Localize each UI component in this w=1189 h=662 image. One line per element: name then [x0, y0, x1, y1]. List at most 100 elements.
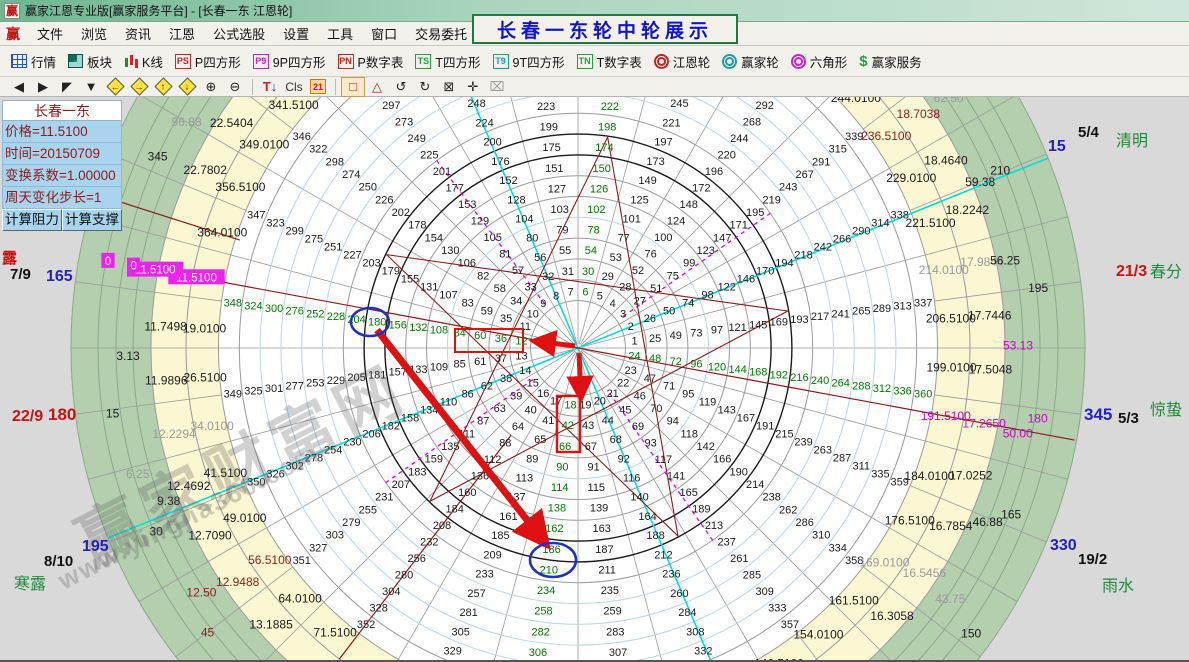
box-x-icon[interactable]: ⊠: [438, 78, 460, 96]
wheel-number: 191: [756, 421, 774, 433]
toolbar-label: K线: [142, 52, 163, 71]
menu-item-资讯[interactable]: 资讯: [116, 22, 160, 45]
wheel-number: 233: [475, 569, 493, 581]
calc-support-button[interactable]: 计算支撑: [62, 209, 122, 231]
band-value: 12.7090: [188, 528, 232, 542]
wheel-number: 132: [409, 322, 427, 334]
toolbar-button-江恩轮[interactable]: 江恩轮: [649, 49, 718, 74]
toolbar-button-板块[interactable]: 板块: [63, 49, 119, 74]
menu-item-江恩[interactable]: 江恩: [160, 22, 204, 45]
wheel-number: 337: [914, 298, 932, 310]
wheel-number: 86: [462, 389, 474, 401]
band-value: 12.50: [186, 586, 216, 600]
gann-wheel-svg[interactable]: 1234567891011121314151617181920212223242…: [0, 97, 1189, 662]
band-value: 150: [961, 627, 981, 641]
toolbar-button-9T四方形[interactable]: T99T四方形: [488, 49, 572, 74]
wheel-number: 197: [654, 137, 672, 149]
menu-item-设置[interactable]: 设置: [274, 22, 318, 45]
wheel-number: 63: [494, 403, 506, 415]
step-value: 周天变化步长=1: [2, 187, 122, 209]
pan-up-icon[interactable]: ↑: [152, 78, 174, 96]
wheel-number: 38: [500, 373, 512, 385]
wheel-number: 73: [690, 327, 702, 339]
wheel-number: 116: [623, 473, 641, 485]
menu-item-公式选股[interactable]: 公式选股: [204, 22, 274, 45]
wheel-number: 302: [286, 460, 304, 472]
calc-resistance-button[interactable]: 计算阻力: [2, 209, 62, 231]
nav-back-icon[interactable]: ◀: [8, 78, 30, 96]
toolbar-button-六角形[interactable]: 六角形: [786, 49, 855, 74]
toolbar-button-T数字表[interactable]: TNT数字表: [572, 49, 649, 74]
rotate-cw-icon[interactable]: ↻: [414, 78, 436, 96]
toolbar-label: 赢家服务: [872, 52, 922, 71]
wheel-number: 215: [775, 428, 793, 440]
toolbar-button-P四方形[interactable]: PSP四方形: [170, 49, 248, 74]
toolbar-button-T四方形[interactable]: TST四方形: [410, 49, 487, 74]
toolbar-button-行情[interactable]: 行情: [6, 49, 63, 74]
pan-left-icon[interactable]: ←: [104, 78, 126, 96]
cls-button[interactable]: Cls: [283, 78, 305, 96]
wheel-number: 79: [556, 225, 568, 237]
toolbar-button-K线[interactable]: K线: [119, 49, 170, 74]
app-logo-icon: 赢: [4, 3, 20, 19]
wheel-number: 153: [458, 199, 476, 211]
pan-down-icon[interactable]: ↓: [176, 78, 198, 96]
p-table-icon: PN: [338, 54, 354, 69]
clear-draw-icon[interactable]: ⌧: [486, 78, 508, 96]
pan-right-icon[interactable]: →: [128, 78, 150, 96]
outer-label-寒露: 寒露: [14, 570, 46, 594]
blocks-icon: [68, 54, 83, 68]
wheel-number: 329: [444, 645, 462, 657]
wheel-number: 231: [375, 492, 393, 504]
outer-label-惊蛰: 惊蛰: [1150, 396, 1182, 420]
toolbar-button-P数字表[interactable]: PNP数字表: [333, 49, 411, 74]
wheel-number: 110: [440, 397, 458, 409]
gann-wheel-canvas[interactable]: 1234567891011121314151617181920212223242…: [0, 97, 1189, 662]
outer-label-清明: 清明: [1116, 127, 1148, 151]
toolbar-button-赢家轮[interactable]: 赢家轮: [717, 49, 786, 74]
band-value: 146.5100: [754, 656, 804, 662]
toolbar-button-赢家服务[interactable]: $赢家服务: [854, 49, 928, 74]
menu-item-文件[interactable]: 文件: [28, 22, 72, 45]
t-down-icon[interactable]: T↓: [259, 78, 281, 96]
fit-center-icon[interactable]: ✛: [462, 78, 484, 96]
wheel-number: 273: [395, 116, 413, 128]
band-value: 221.5100: [906, 216, 956, 230]
menu-item-窗口[interactable]: 窗口: [362, 22, 406, 45]
wheel-number: 286: [796, 517, 814, 529]
wheel-number: 97: [711, 325, 723, 337]
band-value: 16.3058: [870, 609, 914, 623]
wheel-number: 71: [663, 381, 675, 393]
wheel-number: 258: [534, 606, 552, 618]
menu-item-交易委托[interactable]: 交易委托: [406, 22, 476, 45]
wheel-number: 228: [327, 311, 345, 323]
wheel-number: 265: [852, 306, 870, 318]
outer-label-195: 195: [82, 538, 109, 556]
menu-item-工具[interactable]: 工具: [318, 22, 362, 45]
nav-last-icon[interactable]: ▼: [80, 78, 102, 96]
wheel-number: 189: [692, 504, 710, 516]
nav-first-icon[interactable]: ◤: [56, 78, 78, 96]
toolbar-separator: [252, 79, 253, 95]
wheel-number: 128: [507, 194, 525, 206]
nav-fwd-icon[interactable]: ▶: [32, 78, 54, 96]
wheel-number: 67: [585, 441, 597, 453]
wheel-number: 322: [309, 144, 327, 156]
draw-square-icon[interactable]: □: [342, 78, 364, 96]
wheel-number: 222: [601, 101, 619, 113]
zoom-in-icon[interactable]: ⊕: [200, 78, 222, 96]
toolbar-button-9P四方形[interactable]: P99P四方形: [248, 49, 333, 74]
draw-triangle-icon[interactable]: △: [366, 78, 388, 96]
wheel-number: 145: [749, 319, 767, 331]
wheel-number: 285: [743, 570, 761, 582]
wheel-number: 52: [632, 265, 644, 277]
band-value: 11.9896: [145, 373, 188, 387]
wheel-number: 261: [730, 553, 748, 565]
rotate-ccw-icon[interactable]: ↺: [390, 78, 412, 96]
menu-item-浏览[interactable]: 浏览: [72, 22, 116, 45]
wheel-number: 29: [602, 271, 614, 283]
calendar-icon[interactable]: 21: [307, 78, 329, 96]
zoom-out-icon[interactable]: ⊖: [224, 78, 246, 96]
wheel-number: 130: [441, 245, 459, 257]
wheel-number: 179: [382, 265, 400, 277]
